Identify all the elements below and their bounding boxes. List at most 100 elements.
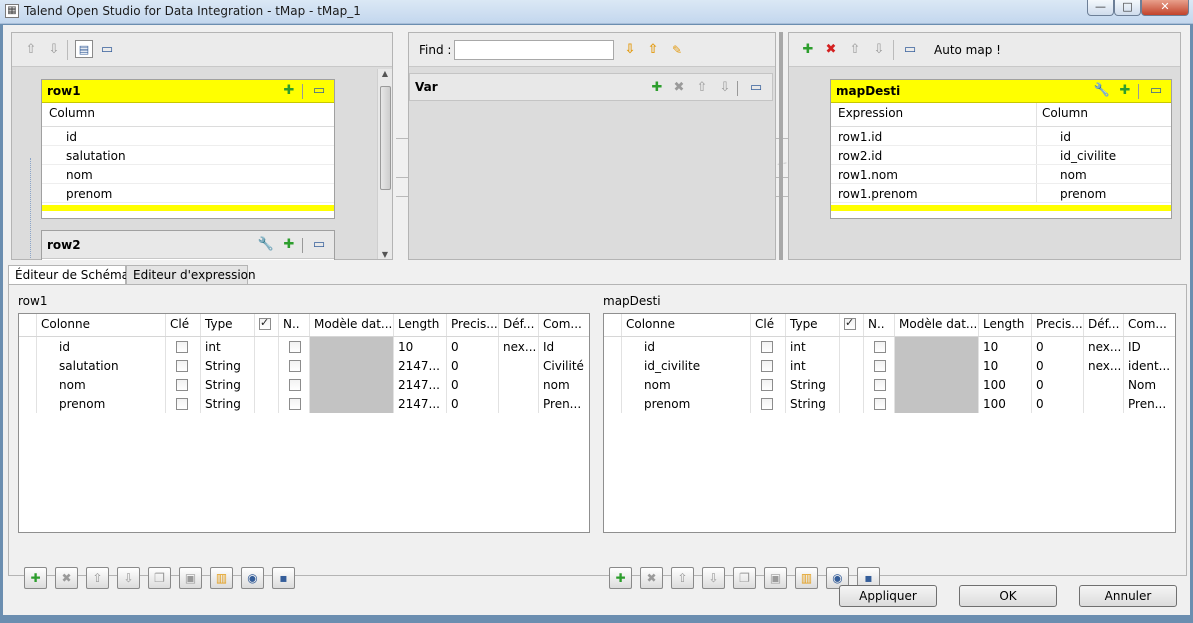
colonne-cell[interactable]: salutation [37,356,166,375]
checkbox[interactable] [289,360,301,372]
colonne-cell[interactable]: id_civilite [622,356,751,375]
checkbox[interactable] [176,398,188,410]
header-default[interactable]: Déf... [1084,314,1124,336]
header-nullable-checkbox[interactable] [255,314,279,336]
move-down-button[interactable]: ⇩ [702,567,725,589]
auto-map-button[interactable]: Auto map ! [934,43,1001,57]
checkbox[interactable] [289,398,301,410]
remove-column-button[interactable]: ✖ [55,567,78,589]
checkbox[interactable] [874,398,886,410]
table-row[interactable]: row1.id id [831,127,1171,146]
remove-column-button[interactable]: ✖ [640,567,663,589]
scroll-down-icon[interactable]: ▼ [378,250,392,259]
expression-cell[interactable]: row2.id [838,149,882,163]
checkbox-cell[interactable] [864,356,895,375]
header-comment[interactable]: Com... [1124,314,1177,336]
length-cell[interactable]: 10 [979,337,1032,356]
header-comment[interactable]: Com... [539,314,591,336]
add-filter-icon[interactable]: ✚ [280,82,298,100]
default-cell[interactable] [499,356,539,375]
colonne-cell[interactable]: nom [37,375,166,394]
header-model[interactable]: Modèle dat... [895,314,979,336]
checkbox[interactable] [289,341,301,353]
colonne-cell[interactable]: nom [622,375,751,394]
table-row[interactable]: id int 10 0 nex... Id [19,337,589,356]
header-length[interactable]: Length [394,314,447,336]
header-type[interactable]: Type [201,314,255,336]
precision-cell[interactable]: 0 [447,394,499,413]
colonne-cell[interactable]: id [37,337,166,356]
comment-cell[interactable]: Id [539,337,592,356]
default-cell[interactable] [499,394,539,413]
table-row[interactable]: salutation [42,146,334,165]
checkbox[interactable] [761,341,773,353]
type-cell[interactable]: String [201,375,255,394]
minimize-table-icon[interactable]: ▭ [310,82,328,100]
highlight-icon[interactable]: ✎ [668,41,686,59]
checkbox-cell[interactable] [864,375,895,394]
checkbox[interactable] [761,360,773,372]
checkbox-cell[interactable] [279,375,310,394]
type-cell[interactable]: int [201,337,255,356]
default-cell[interactable] [499,375,539,394]
length-cell[interactable]: 2147... [394,356,447,375]
comment-cell[interactable]: ID [1124,337,1177,356]
model-cell[interactable] [310,337,394,356]
length-cell[interactable]: 2147... [394,375,447,394]
comment-cell[interactable]: Pren... [1124,394,1177,413]
length-cell[interactable]: 2147... [394,394,447,413]
move-up-icon[interactable]: ⇧ [846,41,864,59]
input-scrollbar[interactable]: ▲ ▼ [377,69,392,259]
table-row[interactable]: nom String 100 0 Nom [604,375,1175,394]
colonne-cell[interactable]: prenom [622,394,751,413]
table-view-icon[interactable]: ▤ [75,40,93,58]
minimize-all-icon[interactable]: ▭ [901,41,919,59]
checkbox-cell[interactable] [166,337,201,356]
checkbox-cell[interactable] [864,394,895,413]
model-cell[interactable] [895,337,979,356]
precision-cell[interactable]: 0 [1032,375,1084,394]
header-cle[interactable]: Clé [166,314,201,336]
precision-cell[interactable]: 0 [447,337,499,356]
copy-button[interactable]: ❐ [148,567,171,589]
checkbox[interactable] [289,379,301,391]
move-up-icon[interactable]: ⇧ [22,41,40,59]
checkbox[interactable] [874,341,886,353]
copy-button[interactable]: ❐ [733,567,756,589]
checkbox[interactable] [176,341,188,353]
table-row[interactable]: row1.prenom prenom [831,184,1171,203]
table-row[interactable]: nom [42,165,334,184]
table-row[interactable]: prenom String 2147... 0 Pren... [19,394,589,413]
checkbox-cell[interactable] [751,356,786,375]
move-up-button[interactable]: ⇧ [671,567,694,589]
length-cell[interactable]: 10 [394,337,447,356]
wrench-icon[interactable]: 🔧 [1093,82,1111,100]
add-filter-icon[interactable]: ✚ [280,236,298,254]
header-colonne[interactable]: Colonne [37,314,166,336]
model-cell[interactable] [895,356,979,375]
import-button[interactable]: ▥ [210,567,233,589]
length-cell[interactable]: 10 [979,356,1032,375]
checkbox[interactable] [176,379,188,391]
header-default[interactable]: Déf... [499,314,539,336]
save-button[interactable]: ▪ [272,567,295,589]
checkbox-cell[interactable] [166,375,201,394]
scrollbar-thumb[interactable] [380,86,391,190]
find-input[interactable] [454,40,614,60]
length-cell[interactable]: 100 [979,394,1032,413]
move-down-icon[interactable]: ⇩ [716,79,734,97]
minimize-all-icon[interactable]: ▭ [98,41,116,59]
table-row[interactable]: id_civilite int 10 0 nex... ident... [604,356,1175,375]
header-length[interactable]: Length [979,314,1032,336]
type-cell[interactable]: String [786,394,840,413]
tab-schema-editor[interactable]: Éditeur de Schéma [8,265,129,285]
header-nullable[interactable]: N.. [864,314,895,336]
scroll-up-icon[interactable]: ▲ [378,69,392,78]
move-down-button[interactable]: ⇩ [117,567,140,589]
minimize-button[interactable]: — [1087,0,1114,16]
default-cell[interactable]: nex... [1084,356,1124,375]
header-type[interactable]: Type [786,314,840,336]
checkbox[interactable] [874,379,886,391]
table-row[interactable]: nom String 2147... 0 nom [19,375,589,394]
colonne-cell[interactable]: prenom [37,394,166,413]
